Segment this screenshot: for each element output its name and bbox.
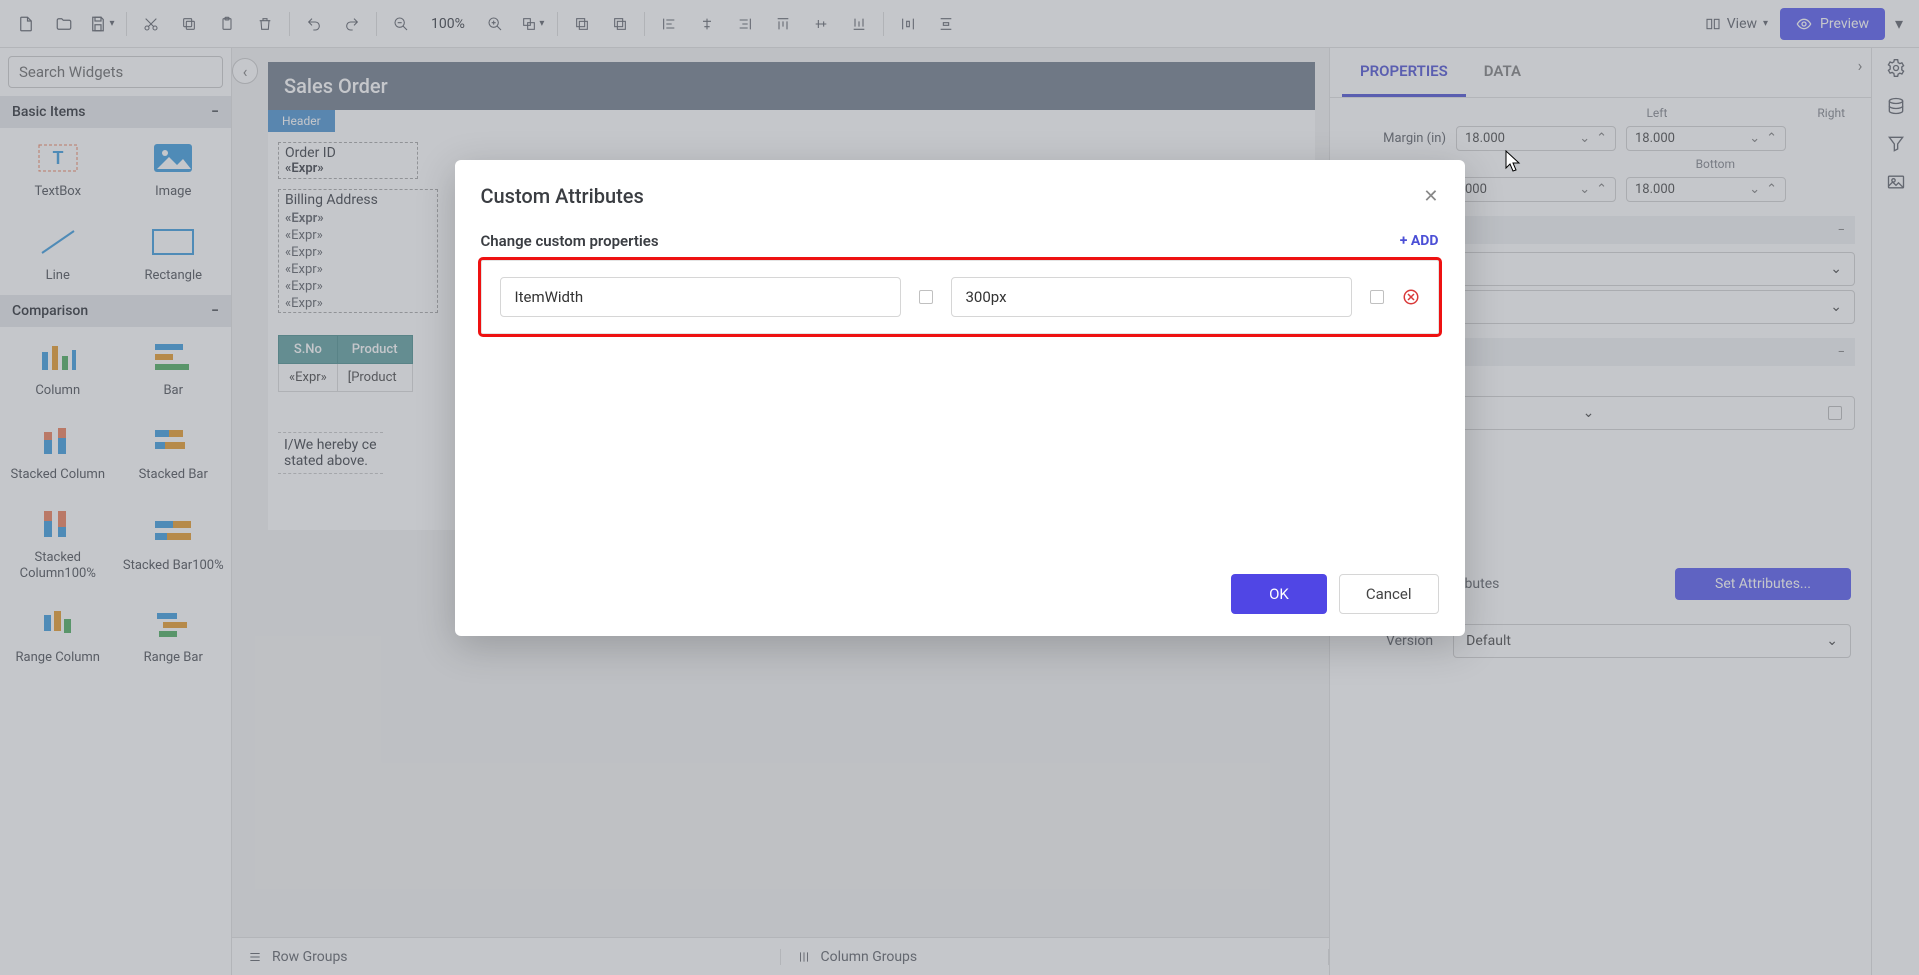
ok-button[interactable]: OK [1231,574,1327,614]
dialog-subtitle: Change custom properties [481,232,659,250]
attribute-name-input[interactable] [500,277,901,317]
delete-attribute-icon[interactable] [1402,288,1420,306]
close-icon[interactable]: ✕ [1423,186,1438,207]
cancel-button[interactable]: Cancel [1339,574,1439,614]
attribute-name-checkbox[interactable] [919,290,933,304]
custom-attributes-dialog: Custom Attributes ✕ Change custom proper… [455,160,1465,636]
attribute-row-highlight [481,260,1439,334]
modal-overlay: Custom Attributes ✕ Change custom proper… [0,0,1919,975]
attribute-value-checkbox[interactable] [1370,290,1384,304]
add-attribute-button[interactable]: + ADD [1400,233,1439,249]
attribute-value-input[interactable] [951,277,1352,317]
attribute-row [500,277,1420,317]
dialog-title: Custom Attributes [481,184,644,208]
